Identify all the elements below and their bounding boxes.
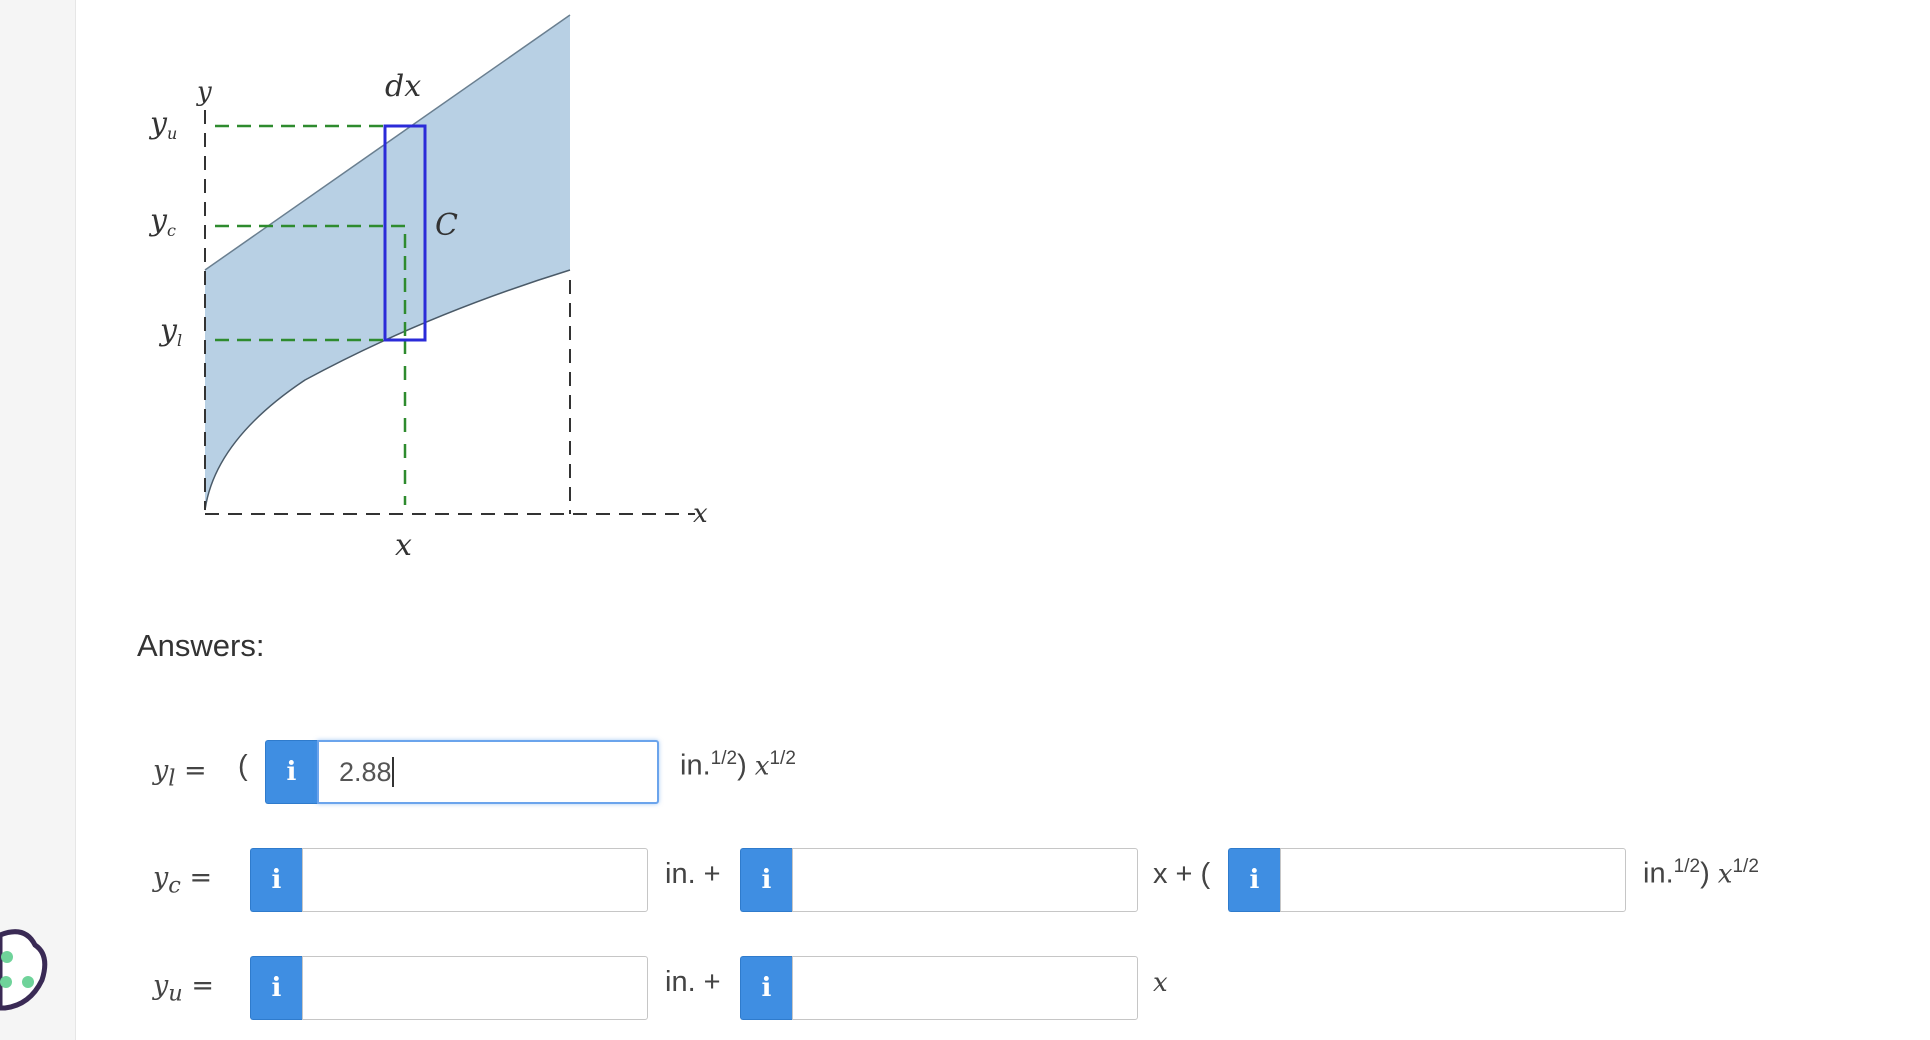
yu-info-button-2[interactable]: i [740,956,792,1020]
yl-coefficient-input[interactable]: 2.88 [317,740,659,804]
yc-mid-text-1: in. + [665,858,721,890]
yc-unit-text: in.1/2) x1/2 [1643,856,1759,890]
yu-mid-text-1: in. + [665,966,721,998]
yu-input-group-1: i [250,956,648,1020]
yc-input-group-1: i [250,848,648,912]
yc-label: yc [148,203,176,240]
y-axis-label: y [196,77,212,107]
left-rail [0,0,76,1040]
yl-unit-text: in.1/2) x1/2 [680,748,796,782]
yc-equation-label: yc = [153,862,213,899]
yc-input-group-2: i [740,848,1138,912]
yc-info-button-3[interactable]: i [1228,848,1280,912]
yc-linear-coefficient-input[interactable] [792,848,1138,912]
yu-label: yu [148,106,177,143]
cookie-icon[interactable] [0,920,60,1040]
x-position-label: x [395,528,412,563]
yc-info-button-1[interactable]: i [250,848,302,912]
yc-info-button-2[interactable]: i [740,848,792,912]
yu-end-text: x [1153,968,1168,998]
yc-constant-input[interactable] [302,848,648,912]
yl-info-button[interactable]: i [265,740,317,804]
yl-label: yl [158,313,182,350]
yu-constant-input[interactable] [302,956,648,1020]
yu-linear-coefficient-input[interactable] [792,956,1138,1020]
x-axis-label: x [693,499,708,529]
yc-sqrt-coefficient-input[interactable] [1280,848,1626,912]
yc-mid-text-2: x + ( [1153,858,1211,890]
yl-open-paren: ( [238,750,248,782]
yl-input-group: i 2.88 [265,740,659,804]
yl-equation-label: yl = [153,755,207,792]
yc-input-group-3: i [1228,848,1626,912]
centroid-figure: y x x dx C yu yc yl [148,14,708,563]
yu-input-group-2: i [740,956,1138,1020]
yu-equation-label: yu = [153,970,214,1007]
answers-heading: Answers: [137,628,265,663]
text-caret [391,757,394,787]
yu-info-button-1[interactable]: i [250,956,302,1020]
centroid-c-label: C [435,208,458,243]
dx-label: dx [385,69,421,104]
